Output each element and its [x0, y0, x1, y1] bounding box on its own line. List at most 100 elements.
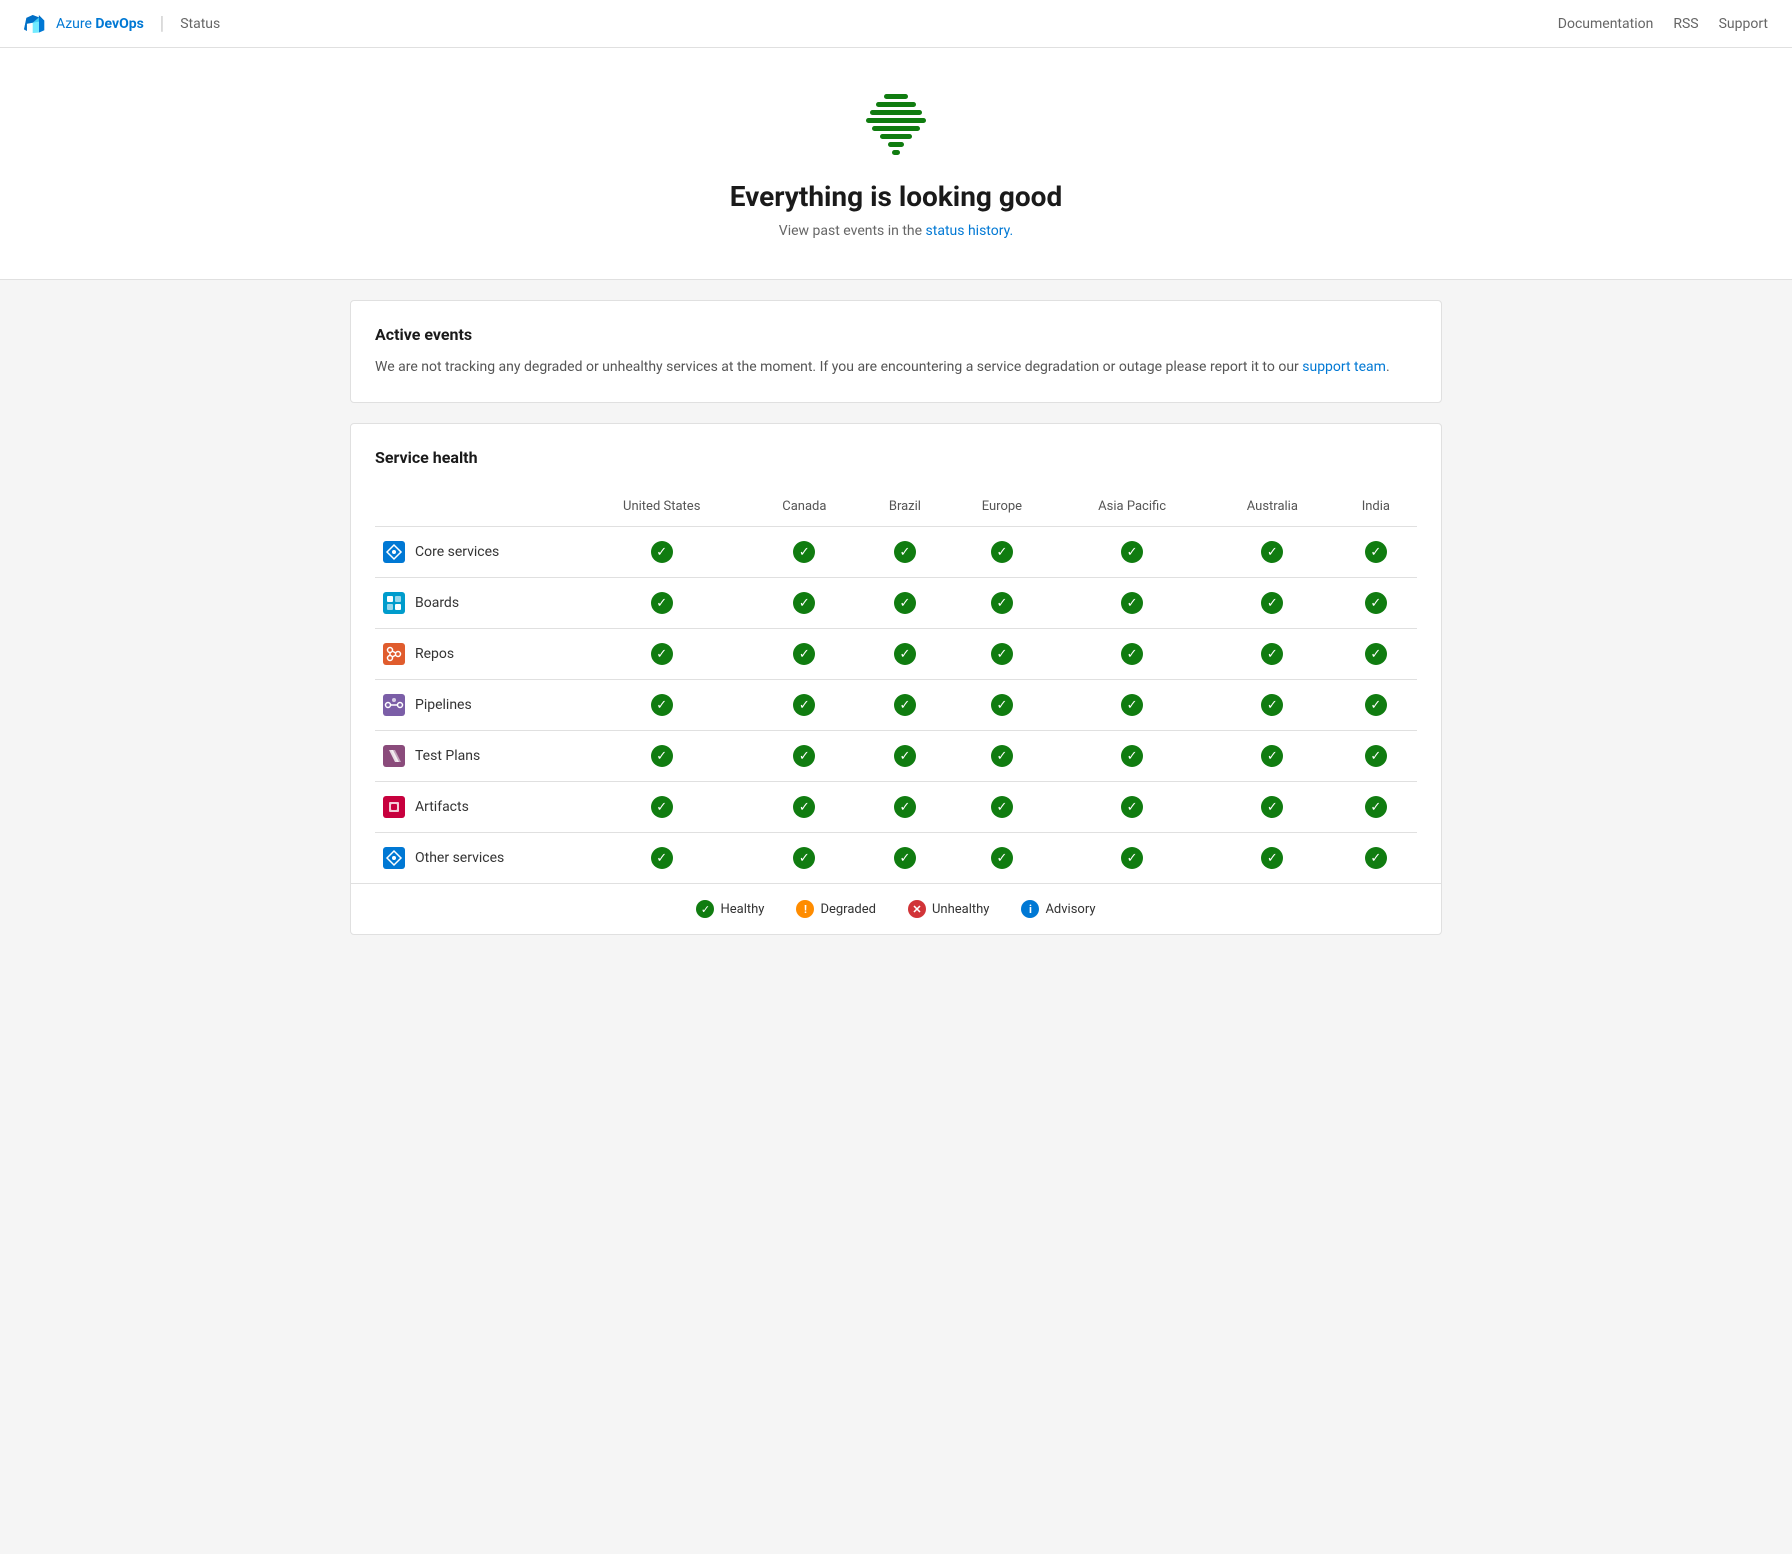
status-check-icon: ✓	[651, 796, 673, 818]
service-icon-artifacts	[383, 796, 405, 818]
col-india: India	[1335, 487, 1417, 527]
hero-heart-icon	[856, 88, 936, 160]
status-cell: ✓	[950, 782, 1055, 833]
status-check-icon: ✓	[1261, 745, 1283, 767]
status-cell: ✓	[860, 833, 949, 884]
table-header-row: United States Canada Brazil Europe Asia …	[375, 487, 1417, 527]
status-check-icon: ✓	[651, 541, 673, 563]
status-history-link[interactable]: status history.	[926, 223, 1014, 239]
legend-advisory: i Advisory	[1021, 900, 1095, 918]
col-brazil: Brazil	[860, 487, 949, 527]
status-check-icon: ✓	[1121, 592, 1143, 614]
service-label: Repos	[415, 646, 454, 662]
status-check-icon: ✓	[1365, 745, 1387, 767]
service-name-cell: Repos	[375, 629, 575, 680]
service-health-card: Service health United States Canada Braz…	[350, 423, 1442, 935]
status-cell: ✓	[950, 680, 1055, 731]
status-check-icon: ✓	[894, 796, 916, 818]
active-events-title: Active events	[375, 325, 1417, 344]
service-label: Test Plans	[415, 748, 480, 764]
status-cell: ✓	[1054, 833, 1210, 884]
legend-degraded-label: Degraded	[820, 902, 876, 917]
table-row: Pipelines ✓✓✓✓✓✓✓	[375, 680, 1417, 731]
service-icon-other	[383, 847, 405, 869]
unhealthy-icon: ✕	[908, 900, 926, 918]
status-check-icon: ✓	[793, 847, 815, 869]
status-check-icon: ✓	[991, 541, 1013, 563]
status-check-icon: ✓	[894, 745, 916, 767]
status-check-icon: ✓	[1121, 643, 1143, 665]
status-cell: ✓	[860, 731, 949, 782]
status-cell: ✓	[748, 680, 860, 731]
status-cell: ✓	[1054, 731, 1210, 782]
degraded-icon: !	[796, 900, 814, 918]
header-status-label: Status	[180, 16, 220, 32]
heart-svg	[856, 88, 936, 160]
hero-section: Everything is looking good View past eve…	[0, 48, 1792, 280]
col-canada: Canada	[748, 487, 860, 527]
status-cell: ✓	[575, 680, 748, 731]
status-cell: ✓	[1335, 527, 1417, 578]
status-check-icon: ✓	[651, 643, 673, 665]
status-check-icon: ✓	[1365, 796, 1387, 818]
table-row: Repos ✓✓✓✓✓✓✓	[375, 629, 1417, 680]
status-cell: ✓	[1335, 731, 1417, 782]
status-cell: ✓	[1335, 578, 1417, 629]
status-cell: ✓	[1210, 527, 1335, 578]
nav-support-link[interactable]: Support	[1719, 16, 1768, 32]
service-name: Artifacts	[383, 796, 567, 818]
status-check-icon: ✓	[793, 694, 815, 716]
nav-rss-link[interactable]: RSS	[1673, 16, 1698, 32]
hero-title: Everything is looking good	[20, 180, 1772, 213]
status-check-icon: ✓	[1261, 694, 1283, 716]
service-name: Core services	[383, 541, 567, 563]
status-cell: ✓	[1210, 731, 1335, 782]
status-cell: ✓	[1210, 578, 1335, 629]
status-check-icon: ✓	[991, 745, 1013, 767]
status-cell: ✓	[748, 578, 860, 629]
site-header: Azure DevOps | Status Documentation RSS …	[0, 0, 1792, 48]
status-check-icon: ✓	[1261, 541, 1283, 563]
nav-documentation-link[interactable]: Documentation	[1558, 16, 1654, 32]
status-check-icon: ✓	[651, 847, 673, 869]
status-check-icon: ✓	[894, 541, 916, 563]
status-check-icon: ✓	[991, 643, 1013, 665]
status-check-icon: ✓	[1261, 847, 1283, 869]
legend-degraded: ! Degraded	[796, 900, 876, 918]
service-name-cell: Core services	[375, 527, 575, 578]
service-name-cell: Pipelines	[375, 680, 575, 731]
status-check-icon: ✓	[991, 847, 1013, 869]
service-icon-testplans	[383, 745, 405, 767]
service-icon-core	[383, 541, 405, 563]
status-check-icon: ✓	[1121, 694, 1143, 716]
status-check-icon: ✓	[894, 643, 916, 665]
table-row: Boards ✓✓✓✓✓✓✓	[375, 578, 1417, 629]
support-team-link[interactable]: support team	[1302, 359, 1386, 375]
status-check-icon: ✓	[894, 847, 916, 869]
status-cell: ✓	[575, 527, 748, 578]
hero-subtitle-prefix: View past events in the	[779, 223, 926, 239]
legend-unhealthy: ✕ Unhealthy	[908, 900, 989, 918]
col-asia-pacific: Asia Pacific	[1054, 487, 1210, 527]
status-cell: ✓	[860, 578, 949, 629]
status-cell: ✓	[748, 629, 860, 680]
status-cell: ✓	[1210, 782, 1335, 833]
status-check-icon: ✓	[894, 592, 916, 614]
service-name: Pipelines	[383, 694, 567, 716]
status-check-icon: ✓	[1121, 847, 1143, 869]
status-cell: ✓	[950, 578, 1055, 629]
status-check-icon: ✓	[991, 796, 1013, 818]
status-check-icon: ✓	[1121, 745, 1143, 767]
legend-unhealthy-label: Unhealthy	[932, 902, 989, 917]
col-service	[375, 487, 575, 527]
status-check-icon: ✓	[1365, 592, 1387, 614]
status-check-icon: ✓	[1121, 541, 1143, 563]
status-cell: ✓	[1054, 782, 1210, 833]
legend-healthy: ✓ Healthy	[696, 900, 764, 918]
status-cell: ✓	[748, 782, 860, 833]
status-cell: ✓	[1054, 527, 1210, 578]
service-name: Repos	[383, 643, 567, 665]
status-check-icon: ✓	[1261, 796, 1283, 818]
service-label: Core services	[415, 544, 499, 560]
status-cell: ✓	[575, 629, 748, 680]
